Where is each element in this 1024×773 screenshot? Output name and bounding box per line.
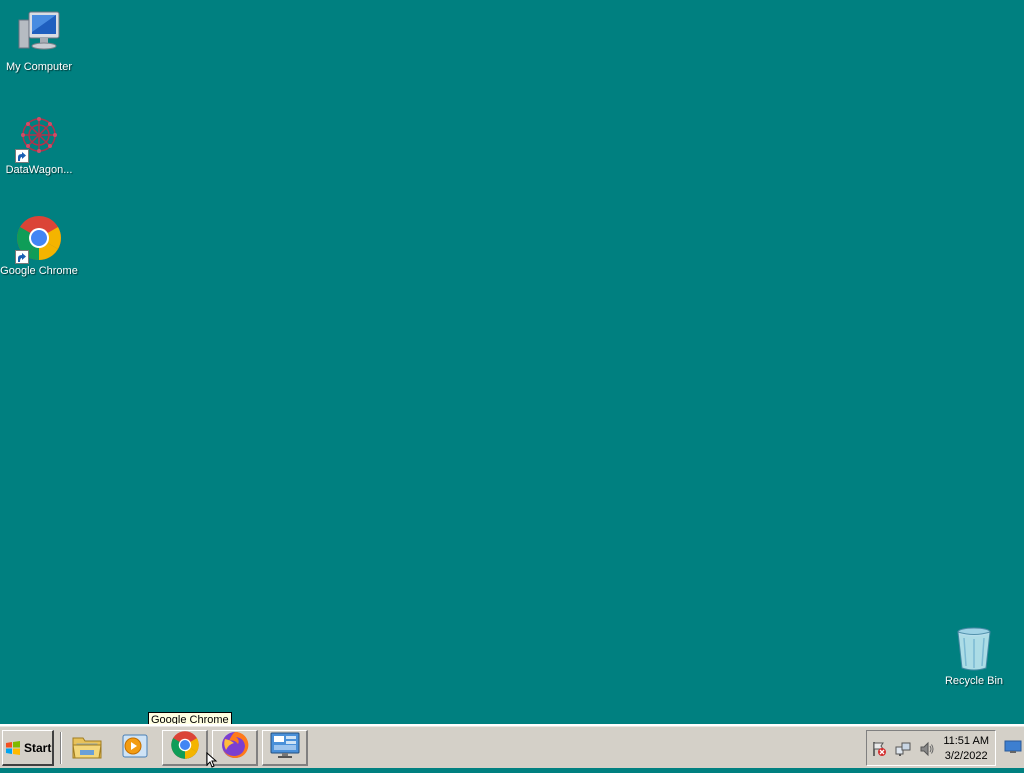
network-icon[interactable] xyxy=(895,741,911,757)
shortcut-arrow-icon xyxy=(15,250,29,264)
server-manager-icon xyxy=(269,731,301,764)
quicklaunch-server-manager[interactable] xyxy=(262,730,308,766)
computer-icon xyxy=(15,10,63,58)
quicklaunch-media-player[interactable] xyxy=(112,730,158,766)
folder-icon xyxy=(71,732,103,765)
action-center-flag-icon[interactable] xyxy=(871,741,887,757)
recycle-bin-icon xyxy=(950,624,998,672)
chrome-icon xyxy=(170,730,200,765)
shortcut-arrow-icon xyxy=(15,149,29,163)
desktop-icon-google-chrome[interactable]: Google Chrome xyxy=(0,214,78,277)
desktop-icon-label: Recycle Bin xyxy=(944,675,1004,687)
desktop-icon-datawagon[interactable]: DataWagon... xyxy=(0,113,78,176)
datawagon-icon xyxy=(15,113,63,163)
chrome-icon xyxy=(15,214,63,264)
quicklaunch-google-chrome[interactable] xyxy=(162,730,208,766)
quicklaunch-file-explorer[interactable] xyxy=(64,730,110,766)
windows-logo-icon xyxy=(5,740,21,756)
start-label: Start xyxy=(24,740,52,755)
desktop-icon-label: My Computer xyxy=(5,61,73,73)
desktop-icon-my-computer[interactable]: My Computer xyxy=(0,10,78,73)
taskbar-separator xyxy=(60,732,62,764)
desktop-icon-label: DataWagon... xyxy=(5,164,73,176)
system-tray: 11:51 AM 3/2/2022 xyxy=(866,730,996,766)
volume-icon[interactable] xyxy=(919,741,935,757)
clock-time: 11:51 AM xyxy=(943,735,989,747)
desktop-icon-recycle-bin[interactable]: Recycle Bin xyxy=(935,624,1013,687)
quicklaunch-firefox[interactable] xyxy=(212,730,258,766)
media-player-icon xyxy=(120,732,150,765)
desktop-icon-label: Google Chrome xyxy=(0,265,78,277)
start-button[interactable]: Start xyxy=(2,730,54,766)
firefox-icon xyxy=(220,730,250,765)
mouse-cursor-icon xyxy=(206,751,218,768)
clock[interactable]: 11:51 AM 3/2/2022 xyxy=(943,734,989,764)
taskbar: Start 11:51 AM 3/2/2022 xyxy=(0,724,1024,768)
clock-date: 3/2/2022 xyxy=(944,750,988,762)
desktop[interactable]: My Computer DataWagon... Google Chrome R… xyxy=(0,0,1024,724)
show-desktop-icon[interactable] xyxy=(1004,740,1022,754)
